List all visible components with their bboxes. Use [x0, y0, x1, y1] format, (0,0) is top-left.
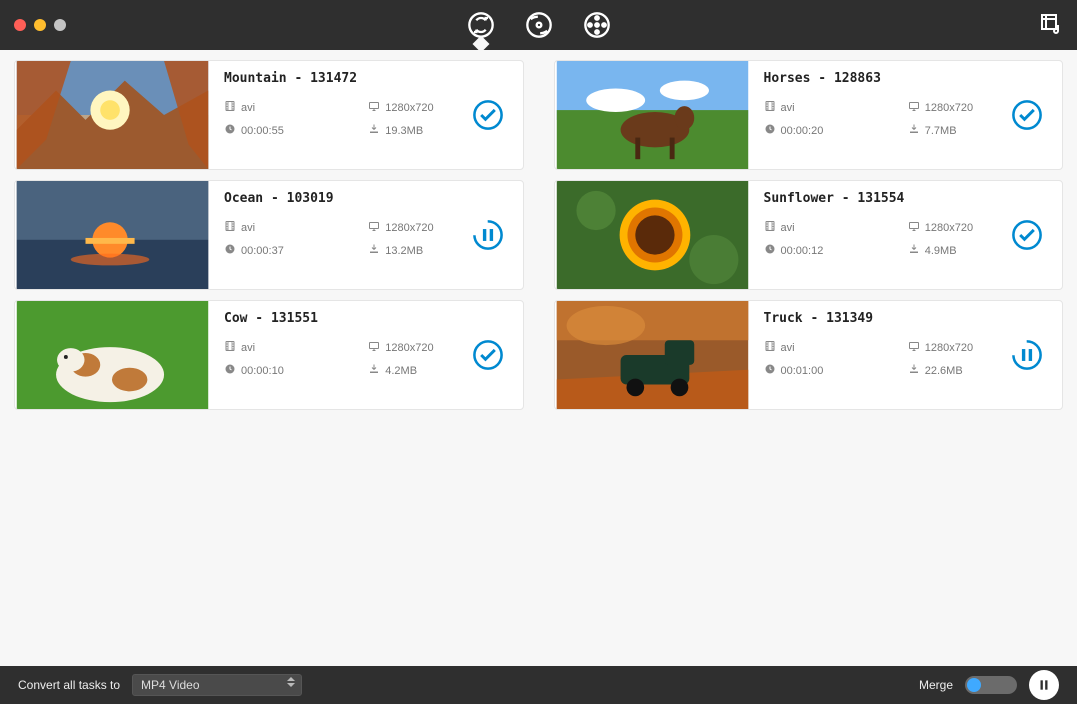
download-icon — [908, 243, 920, 258]
check-icon — [471, 338, 505, 372]
film-icon — [764, 220, 776, 235]
film-icon — [224, 220, 236, 235]
format: avi — [224, 100, 368, 115]
task-status-button[interactable] — [1010, 98, 1044, 132]
window-controls — [14, 19, 66, 31]
output-format-select[interactable]: MP4 Video — [132, 674, 302, 696]
duration: 00:00:20 — [764, 123, 908, 138]
task-card[interactable]: Truck - 131349avi1280x72000:01:0022.6MB — [554, 300, 1064, 410]
task-status-button[interactable] — [471, 218, 505, 252]
thumbnail — [15, 61, 210, 169]
convert-all-label: Convert all tasks to — [18, 678, 120, 692]
merge-toggle[interactable] — [965, 676, 1017, 694]
clock-icon — [764, 123, 776, 138]
thumbnail — [555, 61, 750, 169]
format: avi — [764, 220, 908, 235]
check-icon — [1010, 218, 1044, 252]
screen-icon — [368, 100, 380, 115]
merge-label: Merge — [919, 678, 953, 692]
format: avi — [764, 340, 908, 355]
format: avi — [224, 340, 368, 355]
pause-all-button[interactable] — [1029, 670, 1059, 700]
refresh-icon — [467, 11, 495, 39]
thumbnail — [555, 301, 750, 409]
duration: 00:00:37 — [224, 243, 368, 258]
task-card[interactable]: Mountain - 131472avi1280x72000:00:5519.3… — [14, 60, 524, 170]
playlist-button[interactable] — [1039, 11, 1063, 39]
check-icon — [1010, 98, 1044, 132]
maximize-window-button[interactable] — [54, 19, 66, 31]
disc-icon — [525, 11, 553, 39]
film-reel-icon — [583, 11, 611, 39]
clock-icon — [764, 243, 776, 258]
task-info: Sunflower - 131554avi1280x72000:00:124.9… — [750, 181, 1063, 289]
thumbnail — [15, 301, 210, 409]
task-card[interactable]: Cow - 131551avi1280x72000:00:104.2MB — [14, 300, 524, 410]
screen-icon — [368, 340, 380, 355]
film-icon — [764, 100, 776, 115]
task-info: Cow - 131551avi1280x72000:00:104.2MB — [210, 301, 523, 409]
pause-icon — [1037, 678, 1051, 692]
download-icon — [908, 363, 920, 378]
duration: 00:00:10 — [224, 363, 368, 378]
titlebar — [0, 0, 1077, 50]
film-icon — [224, 100, 236, 115]
screen-icon — [368, 220, 380, 235]
duration: 00:00:55 — [224, 123, 368, 138]
pause-icon — [1010, 338, 1044, 372]
screen-icon — [908, 220, 920, 235]
clock-icon — [224, 243, 236, 258]
download-icon — [908, 123, 920, 138]
format: avi — [764, 100, 908, 115]
task-title: Sunflower - 131554 — [764, 191, 1053, 206]
task-title: Horses - 128863 — [764, 71, 1053, 86]
task-list: Mountain - 131472avi1280x72000:00:5519.3… — [0, 50, 1077, 666]
task-status-button[interactable] — [1010, 218, 1044, 252]
thumbnail — [555, 181, 750, 289]
download-icon — [368, 243, 380, 258]
duration: 00:00:12 — [764, 243, 908, 258]
task-info: Mountain - 131472avi1280x72000:00:5519.3… — [210, 61, 523, 169]
task-card[interactable]: Sunflower - 131554avi1280x72000:00:124.9… — [554, 180, 1064, 290]
convert-tab[interactable] — [465, 9, 497, 41]
duration: 00:01:00 — [764, 363, 908, 378]
film-icon — [224, 340, 236, 355]
task-title: Ocean - 103019 — [224, 191, 513, 206]
format: avi — [224, 220, 368, 235]
check-icon — [471, 98, 505, 132]
task-info: Truck - 131349avi1280x72000:01:0022.6MB — [750, 301, 1063, 409]
task-status-button[interactable] — [1010, 338, 1044, 372]
disc-tab[interactable] — [523, 9, 555, 41]
film-icon — [764, 340, 776, 355]
clock-icon — [224, 363, 236, 378]
task-info: Ocean - 103019avi1280x72000:00:3713.2MB — [210, 181, 523, 289]
screen-icon — [908, 100, 920, 115]
media-list-icon — [1039, 11, 1063, 35]
task-card[interactable]: Ocean - 103019avi1280x72000:00:3713.2MB — [14, 180, 524, 290]
dvd-tab[interactable] — [581, 9, 613, 41]
download-icon — [368, 363, 380, 378]
task-status-button[interactable] — [471, 338, 505, 372]
pause-icon — [471, 218, 505, 252]
clock-icon — [224, 123, 236, 138]
screen-icon — [908, 340, 920, 355]
task-status-button[interactable] — [471, 98, 505, 132]
task-title: Cow - 131551 — [224, 311, 513, 326]
task-card[interactable]: Horses - 128863avi1280x72000:00:207.7MB — [554, 60, 1064, 170]
download-icon — [368, 123, 380, 138]
clock-icon — [764, 363, 776, 378]
task-title: Mountain - 131472 — [224, 71, 513, 86]
task-info: Horses - 128863avi1280x72000:00:207.7MB — [750, 61, 1063, 169]
footer-bar: Convert all tasks to MP4 Video Merge — [0, 666, 1077, 704]
minimize-window-button[interactable] — [34, 19, 46, 31]
thumbnail — [15, 181, 210, 289]
mode-tabs — [465, 9, 613, 41]
close-window-button[interactable] — [14, 19, 26, 31]
task-title: Truck - 131349 — [764, 311, 1053, 326]
